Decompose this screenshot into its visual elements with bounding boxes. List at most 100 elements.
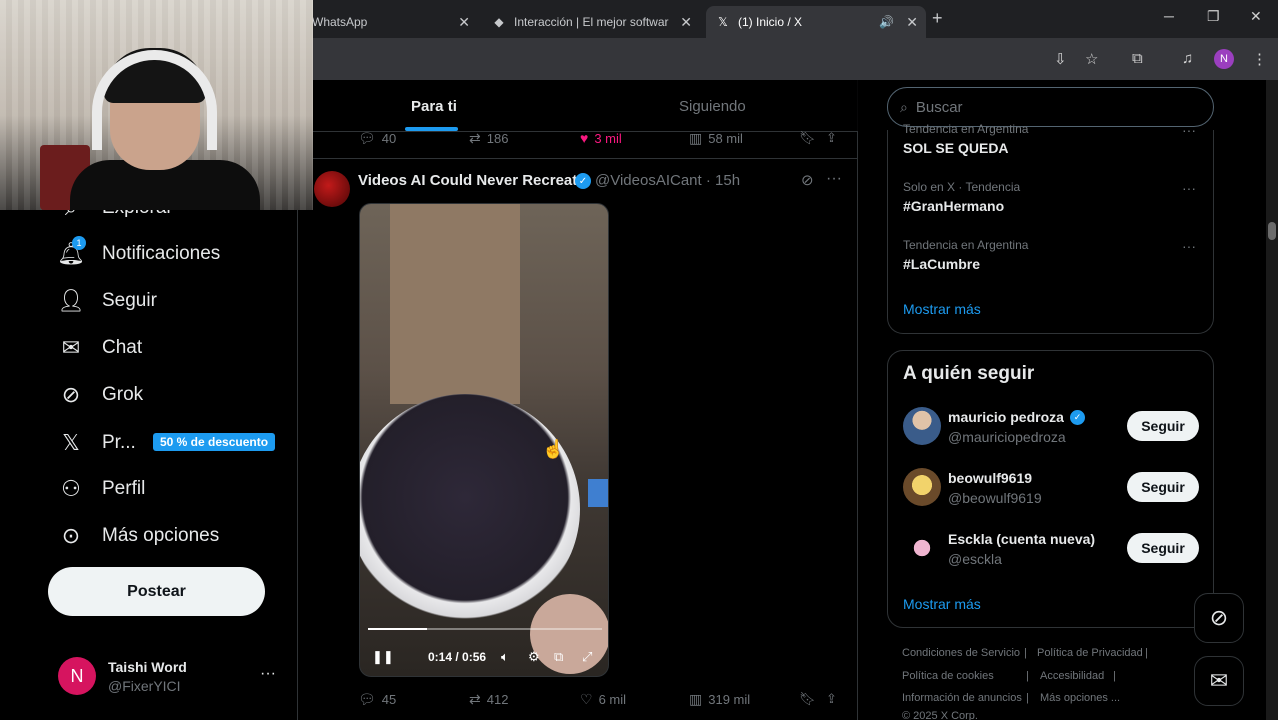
- account-switcher[interactable]: N Taishi Word @FixerYICI ···: [58, 657, 288, 697]
- share-icon[interactable]: ⇪: [826, 691, 837, 707]
- nav-mas-opciones[interactable]: ⊙ Más opciones: [58, 518, 219, 554]
- footer-link[interactable]: Accesibilidad: [1040, 670, 1104, 682]
- repost-icon: ⇄: [469, 130, 481, 146]
- search-input[interactable]: [915, 98, 1196, 116]
- bookmark-star-icon[interactable]: ☆: [1085, 50, 1098, 68]
- repost-button[interactable]: ⇄ 412: [469, 691, 508, 708]
- reply-count: 40: [381, 131, 397, 146]
- more-dots-icon[interactable]: ···: [1182, 238, 1196, 254]
- diamond-favicon-icon: ◆: [494, 15, 504, 29]
- speaker-icon[interactable]: 🔊: [879, 15, 894, 29]
- footer-separator: |: [1026, 670, 1029, 682]
- nav-seguir[interactable]: 👤︎ Seguir: [57, 283, 157, 319]
- like-count: 6 mil: [598, 692, 627, 707]
- nav-perfil[interactable]: ⚇ Perfil: [58, 471, 145, 507]
- follow-user-handle: @mauriciopedroza: [948, 429, 1066, 445]
- more-dots-icon[interactable]: ···: [1182, 122, 1196, 138]
- like-button[interactable]: ♡ 6 mil: [580, 691, 626, 708]
- browser-profile-avatar[interactable]: N: [1214, 49, 1234, 69]
- follow-button[interactable]: Seguir: [1127, 411, 1199, 441]
- x-logo-icon: 𝕏: [62, 430, 80, 455]
- search-icon: ⌕: [900, 98, 908, 115]
- nav-grok[interactable]: ⊘ Grok: [58, 377, 143, 413]
- reply-button[interactable]: 💬︎ 40: [358, 130, 396, 147]
- follow-show-more-link[interactable]: Mostrar más: [903, 596, 981, 612]
- mouse-pointer-icon: ☝: [542, 439, 565, 459]
- footer-link[interactable]: Información de anuncios: [902, 692, 1022, 704]
- views-button[interactable]: ▥ 319 mil: [689, 691, 750, 708]
- video-progress-bar[interactable]: [368, 628, 602, 630]
- bar-chart-icon: ▥: [689, 691, 703, 707]
- grok-icon[interactable]: ⊘: [801, 171, 814, 189]
- extensions-icon[interactable]: ⧉: [1132, 50, 1143, 67]
- tab-para-ti[interactable]: Para ti: [411, 98, 457, 115]
- video-time: 0:14 / 0:56: [428, 650, 487, 664]
- scrollbar-thumb[interactable]: [1268, 222, 1276, 240]
- footer-link[interactable]: Más opciones ...: [1040, 692, 1120, 704]
- more-dots-icon[interactable]: ···: [1182, 180, 1196, 196]
- maximize-icon[interactable]: ❐: [1207, 8, 1220, 25]
- close-tab-icon[interactable]: ✕: [680, 14, 692, 31]
- webcam-overlay: [0, 0, 313, 210]
- follow-button[interactable]: Seguir: [1127, 472, 1199, 502]
- reply-button[interactable]: 💬︎ 45: [358, 691, 396, 708]
- new-tab-icon[interactable]: +: [932, 8, 943, 29]
- install-app-icon[interactable]: ⇩: [1054, 50, 1067, 68]
- trend-name[interactable]: SOL SE QUEDA: [903, 140, 1009, 156]
- follow-user-name[interactable]: mauricio pedroza: [948, 409, 1064, 425]
- trend-category: Solo en X · Tendencia: [903, 180, 1021, 194]
- tab-siguiendo[interactable]: Siguiendo: [679, 98, 746, 115]
- volume-icon[interactable]: 🔈︎: [501, 649, 509, 665]
- minimize-icon[interactable]: ─: [1164, 8, 1174, 24]
- avatar[interactable]: [903, 407, 941, 445]
- views-button[interactable]: ▥ 58 mil: [689, 130, 743, 147]
- tweet-author-name[interactable]: Videos AI Could Never Recreate: [358, 172, 586, 189]
- nav-chat[interactable]: ✉ Chat: [58, 330, 142, 366]
- main-feed: Para ti Siguiendo 💬︎ 40 ⇄ 186 ♥ 3 mil ▥ 58 m…: [299, 80, 858, 720]
- nav-label: Seguir: [102, 290, 157, 311]
- tab-x-inicio[interactable]: 𝕏 (1) Inicio / X 🔊 ✕: [706, 6, 926, 38]
- footer-link[interactable]: Política de Privacidad: [1037, 647, 1143, 659]
- reply-count: 45: [381, 692, 397, 707]
- pause-icon[interactable]: ❚❚: [372, 649, 394, 665]
- like-button[interactable]: ♥ 3 mil: [580, 130, 622, 146]
- avatar[interactable]: [903, 529, 941, 567]
- post-button[interactable]: Postear: [48, 567, 265, 616]
- more-dots-icon[interactable]: ···: [260, 665, 276, 683]
- tab-whatsapp[interactable]: WhatsApp ✕: [302, 6, 478, 38]
- tab-interaccion[interactable]: ◆ Interacción | El mejor software p ✕: [482, 6, 700, 38]
- footer-link[interactable]: Condiciones de Servicio: [902, 647, 1020, 659]
- follow-button[interactable]: Seguir: [1127, 533, 1199, 563]
- fullscreen-icon[interactable]: ⤢: [582, 649, 592, 665]
- search-box[interactable]: ⌕: [887, 87, 1214, 127]
- close-tab-icon[interactable]: ✕: [458, 14, 470, 31]
- share-icon[interactable]: ⇪: [826, 130, 837, 146]
- picture-in-picture-icon[interactable]: ⧉: [554, 649, 563, 665]
- bookmark-icon[interactable]: 🔖︎: [799, 691, 816, 707]
- tweet-video-player[interactable]: ❚❚ 0:14 / 0:56 🔈︎ ⚙ ⧉ ⤢: [359, 203, 609, 677]
- trend-name[interactable]: #GranHermano: [903, 198, 1004, 214]
- menu-kebab-icon[interactable]: ⋮: [1252, 50, 1267, 68]
- close-window-icon[interactable]: ✕: [1250, 8, 1262, 25]
- more-circle-icon: ⊙: [61, 523, 81, 548]
- bookmark-icon[interactable]: 🔖︎: [799, 130, 816, 146]
- repost-button[interactable]: ⇄ 186: [469, 130, 508, 147]
- tweet-author-avatar[interactable]: [314, 171, 350, 207]
- follow-user-handle: @esckla: [948, 551, 1002, 567]
- nav-premium[interactable]: 𝕏 Pr...: [58, 425, 136, 461]
- more-dots-icon[interactable]: ···: [826, 170, 842, 188]
- scrollbar[interactable]: [1266, 80, 1278, 720]
- trend-name[interactable]: #LaCumbre: [903, 256, 980, 272]
- messages-fab-icon[interactable]: ✉: [1194, 656, 1244, 706]
- media-control-icon[interactable]: ♫: [1182, 50, 1193, 67]
- avatar[interactable]: [903, 468, 941, 506]
- trends-show-more-link[interactable]: Mostrar más: [903, 301, 981, 317]
- reply-icon: 💬︎: [358, 130, 376, 146]
- settings-gear-icon[interactable]: ⚙: [528, 649, 540, 665]
- follow-user-name[interactable]: Esckla (cuenta nueva): [948, 531, 1095, 547]
- close-tab-icon[interactable]: ✕: [906, 14, 918, 31]
- follow-user-name[interactable]: beowulf9619: [948, 470, 1032, 486]
- tweet-author-handle[interactable]: @VideosAICant · 15h: [595, 172, 740, 189]
- grok-fab-icon[interactable]: ⊘: [1194, 593, 1244, 643]
- footer-link[interactable]: Política de cookies: [902, 670, 994, 682]
